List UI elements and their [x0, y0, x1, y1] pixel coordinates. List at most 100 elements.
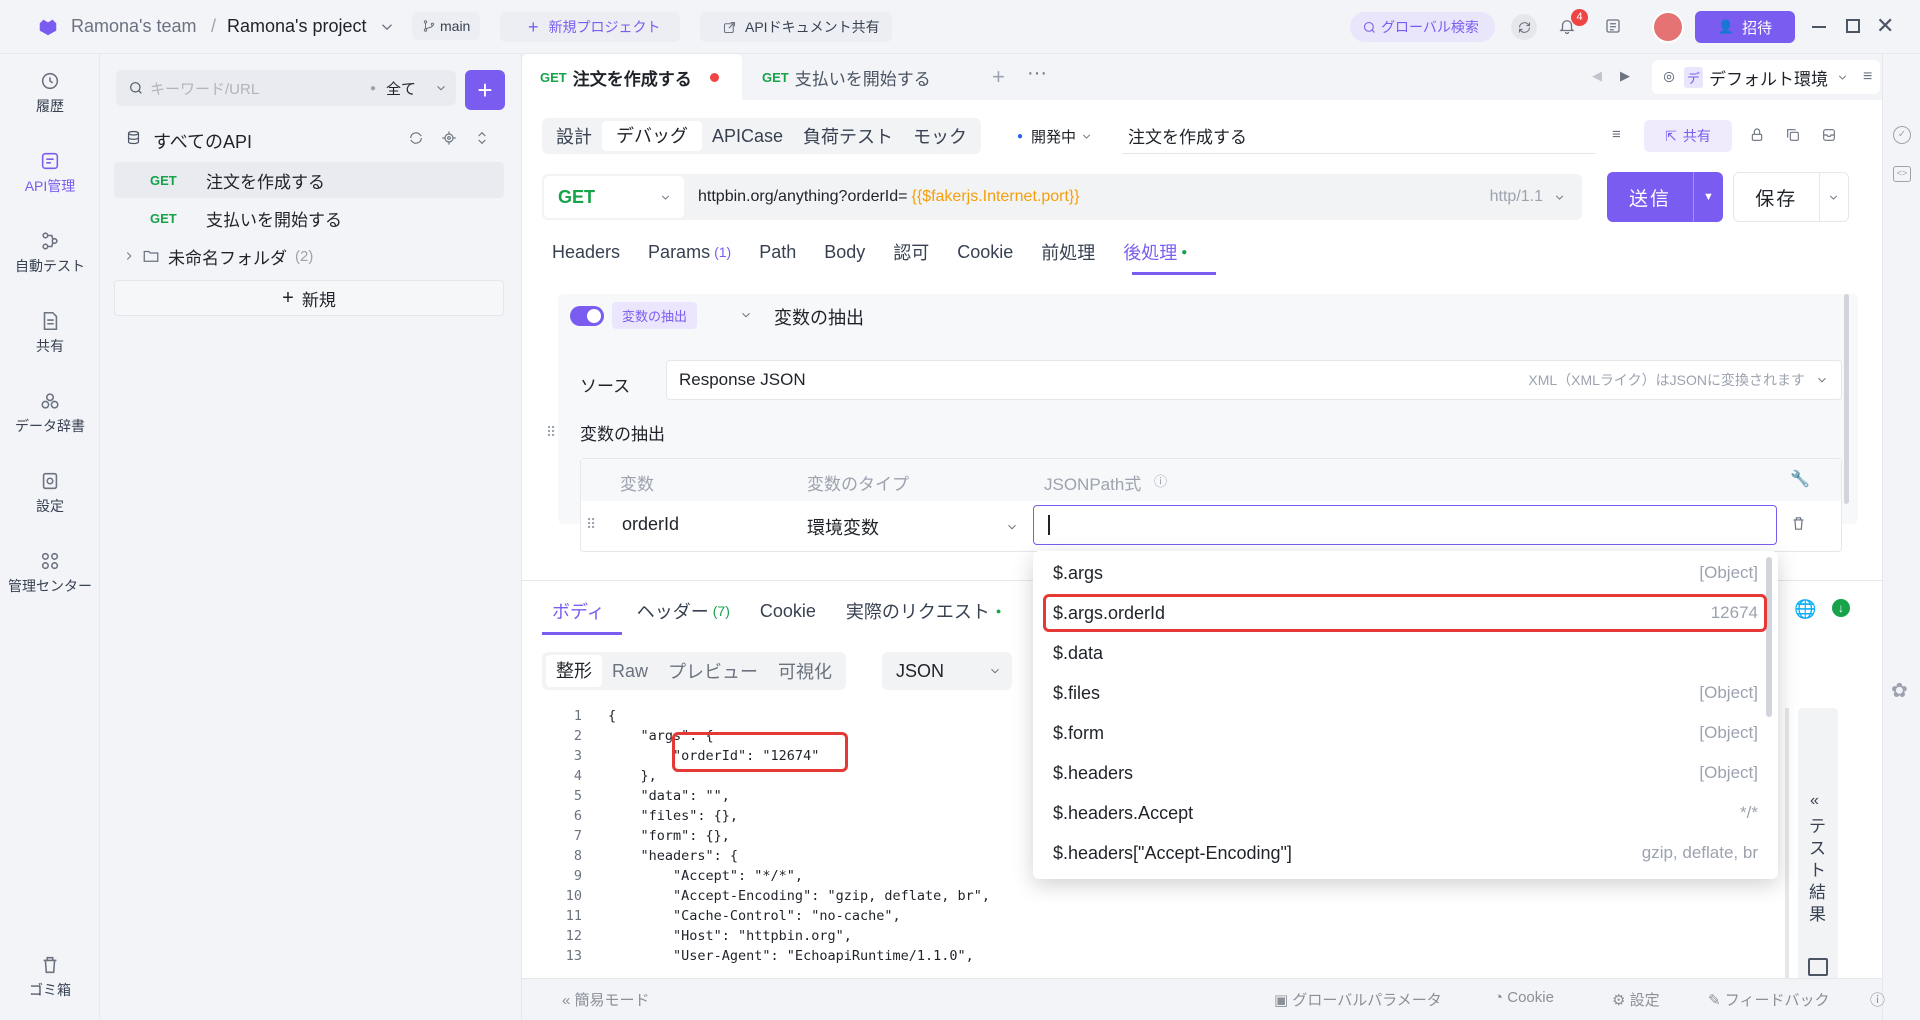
global-params-button[interactable]: ▣ グローバルパラメータ — [1274, 989, 1442, 1010]
avatar[interactable] — [1652, 11, 1684, 43]
row-var-input[interactable]: orderId — [622, 514, 679, 535]
tab-body[interactable]: Body — [824, 242, 865, 263]
refresh-icon[interactable] — [408, 130, 424, 146]
code-icon[interactable]: <> — [1893, 166, 1911, 182]
close-icon[interactable]: ✕ — [1876, 13, 1894, 39]
tree-search-input[interactable]: キーワード/URL ● 全て — [116, 70, 456, 106]
nav-auto-test[interactable]: 自動テスト — [0, 230, 100, 276]
archive-icon[interactable] — [1821, 127, 1837, 143]
suggestion-item[interactable]: $.args.orderId 12674 — [1033, 593, 1778, 633]
chevron-down-icon[interactable] — [739, 308, 753, 322]
add-tab-icon[interactable]: + — [992, 64, 1005, 90]
lock-icon[interactable] — [1749, 127, 1765, 143]
tab-prev-icon[interactable]: ◀ — [1592, 68, 1602, 84]
help-icon[interactable]: ⓘ — [1870, 989, 1885, 1010]
dropdown-scrollbar[interactable] — [1766, 557, 1772, 717]
tab-headers[interactable]: Headers — [552, 242, 620, 263]
jsonpath-input[interactable] — [1033, 505, 1777, 545]
sync-icon[interactable] — [1511, 14, 1537, 40]
format-preview[interactable]: プレビュー — [658, 658, 768, 684]
sort-icon[interactable]: ≡ — [1612, 126, 1621, 143]
send-button[interactable]: 送信 ▼ — [1607, 172, 1723, 222]
response-code[interactable]: 1{2 "args": {3 "orderId": "12674" 4 }, 5 "… — [542, 706, 1042, 974]
filter-select[interactable]: 全て — [386, 78, 416, 99]
help-icon[interactable]: ⓘ — [1154, 471, 1167, 490]
format-visualize[interactable]: 可視化 — [768, 658, 842, 684]
chevron-down-icon[interactable] — [378, 18, 396, 36]
ai-assistant-icon[interactable]: ✿ — [1891, 678, 1908, 703]
tab-post-process[interactable]: 後処理 — [1123, 239, 1177, 265]
api-name-input[interactable]: 注文を作成する — [1122, 122, 1596, 154]
feedback-button[interactable]: ✎ フィードバック — [1708, 989, 1829, 1010]
nav-data-dictionary[interactable]: データ辞書 — [0, 390, 100, 436]
environment-selector[interactable]: デ デフォルト環境 ≡ — [1652, 60, 1880, 94]
method-select[interactable]: GET — [544, 176, 684, 218]
tab-load-test[interactable]: 負荷テスト — [793, 123, 903, 149]
team-name[interactable]: Ramona's team — [71, 16, 197, 37]
suggestion-item[interactable]: $.data — [1033, 633, 1778, 673]
row-drag-icon[interactable]: ⠿ — [586, 516, 596, 533]
chevron-down-icon[interactable] — [434, 81, 448, 95]
tab-pre-process[interactable]: 前処理 — [1041, 239, 1095, 265]
tab-create-order[interactable]: GET 注文を作成する — [522, 54, 742, 100]
delete-row-icon[interactable] — [1790, 515, 1807, 532]
nav-settings[interactable]: 設定 — [0, 470, 100, 516]
tab-response-body[interactable]: ボディ — [552, 598, 605, 624]
tab-start-payment[interactable]: GET 支払いを開始する — [762, 54, 982, 100]
code-scrollbar[interactable] — [1785, 708, 1789, 978]
nav-admin-center[interactable]: 管理センター — [0, 550, 100, 596]
source-select[interactable]: Response JSON XML（XMLライク）はJSONに変換されます — [666, 360, 1842, 400]
more-tabs-icon[interactable]: ··· — [1027, 62, 1047, 85]
notes-icon[interactable] — [1604, 17, 1622, 35]
tab-actual-request[interactable]: 実際のリクエスト — [846, 598, 990, 624]
tab-next-icon[interactable]: ▶ — [1620, 68, 1630, 84]
maximize-icon[interactable] — [1846, 19, 1860, 33]
cookie-button[interactable]: ◔ Cookie — [1494, 989, 1554, 1006]
tab-response-headers[interactable]: ヘッダー — [637, 598, 709, 624]
project-name[interactable]: Ramona's project — [227, 16, 367, 37]
download-icon[interactable]: ↓ — [1832, 599, 1850, 617]
row-type-select[interactable]: 環境変数 — [807, 510, 1019, 544]
tab-params[interactable]: Params — [648, 242, 710, 263]
tree-folder[interactable]: 未命名フォルダ (2) — [114, 238, 504, 274]
layout-icon[interactable] — [1808, 958, 1828, 976]
branch-selector[interactable]: main — [412, 12, 481, 40]
copy-icon[interactable] — [1785, 127, 1801, 143]
suggestion-item[interactable]: $.files [Object] — [1033, 673, 1778, 713]
format-pretty[interactable]: 整形 — [546, 655, 602, 687]
tab-apicase[interactable]: APICase — [702, 126, 793, 147]
locate-icon[interactable] — [441, 130, 457, 146]
test-result-panel[interactable]: « テスト結果 — [1798, 708, 1838, 988]
chevron-down-icon[interactable] — [1553, 191, 1566, 204]
tab-response-cookie[interactable]: Cookie — [760, 601, 816, 622]
share-docs-button[interactable]: APIドキュメント共有 — [700, 12, 892, 42]
tab-design[interactable]: 設計 — [546, 123, 602, 149]
tool-icon[interactable]: 🔧 — [1790, 469, 1810, 489]
send-dropdown-icon[interactable]: ▼ — [1694, 191, 1723, 203]
invite-button[interactable]: 👤 招待 — [1695, 11, 1795, 43]
tab-auth[interactable]: 認可 — [893, 239, 929, 265]
share-button[interactable]: ⇱ 共有 — [1644, 120, 1732, 152]
suggestion-item[interactable]: $.headers.Accept */* — [1033, 793, 1778, 833]
url-input[interactable]: httpbin.org/anything?orderId= — [698, 188, 907, 206]
minimize-icon[interactable] — [1812, 26, 1826, 28]
format-raw[interactable]: Raw — [602, 661, 658, 682]
all-apis-title[interactable]: すべてのAPI — [153, 128, 252, 154]
simple-mode-button[interactable]: « 簡易モード — [562, 989, 650, 1010]
expand-collapse-icon[interactable] — [474, 130, 490, 146]
nav-trash[interactable]: ゴミ箱 — [0, 954, 100, 1000]
url-variable[interactable]: {{$fakerjs.Internet.port}} — [911, 188, 1079, 206]
check-icon[interactable]: ✓ — [1893, 126, 1911, 144]
new-item-button[interactable]: + 新規 — [114, 280, 504, 316]
add-api-button[interactable]: + — [465, 70, 505, 110]
chevron-down-icon[interactable] — [1820, 191, 1849, 204]
protocol-select[interactable]: http/1.1 — [1490, 188, 1543, 206]
global-search-button[interactable]: グローバル検索 — [1350, 12, 1495, 42]
tree-item-create-order[interactable]: GET 注文を作成する — [114, 162, 504, 198]
suggestion-item[interactable]: $.headers["Accept-Encoding"] gzip, deflat… — [1033, 833, 1778, 873]
tree-item-start-payment[interactable]: GET 支払いを開始する — [114, 200, 504, 236]
suggestion-item[interactable]: $.args [Object] — [1033, 553, 1778, 593]
extract-toggle[interactable] — [570, 306, 604, 326]
settings-button[interactable]: ⚙ 設定 — [1612, 989, 1660, 1010]
save-button[interactable]: 保存 — [1733, 172, 1849, 222]
